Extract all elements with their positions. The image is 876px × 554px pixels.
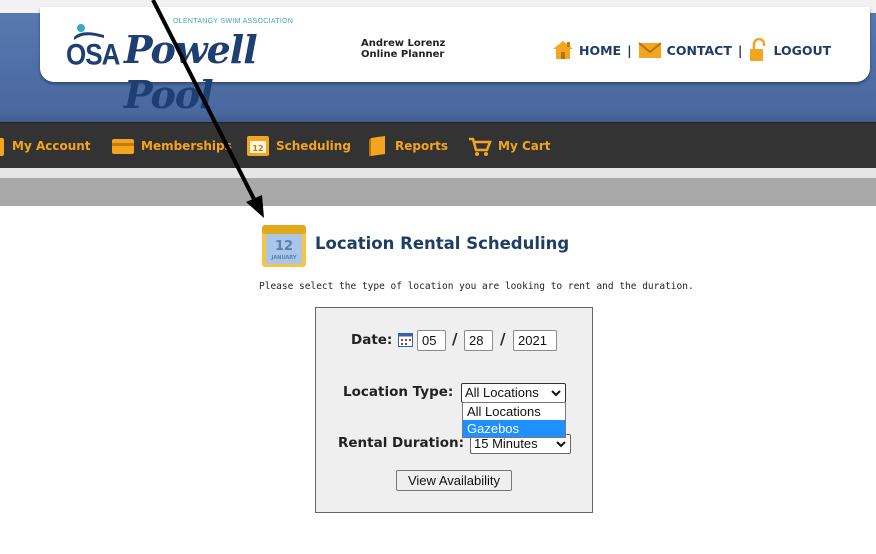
logo-abbr: OSA: [66, 36, 120, 72]
calendar-page-icon: 12 JANUARY: [262, 225, 306, 267]
svg-text:12: 12: [252, 144, 263, 153]
logo-tagline: OLENTANGY SWIM ASSOCIATION: [173, 18, 294, 25]
site-logo[interactable]: OLENTANGY SWIM ASSOCIATION OSA Powell Po…: [66, 13, 336, 117]
location-type-select[interactable]: All Locations: [461, 383, 566, 403]
nav-scheduling[interactable]: 12 Scheduling: [246, 135, 351, 157]
book-icon: [369, 136, 385, 156]
chevron-down-icon: [551, 390, 561, 397]
gray-band: [0, 178, 876, 206]
chevron-down-icon: [556, 441, 566, 448]
nav-label: Scheduling: [276, 139, 351, 153]
logout-link-label: LOGOUT: [773, 42, 832, 58]
nav-memberships[interactable]: Memberships: [111, 135, 232, 157]
date-label: Date:: [351, 332, 393, 348]
user-icon: [0, 138, 4, 156]
user-name: Andrew Lorenz: [361, 38, 446, 49]
dropdown-option-all-locations[interactable]: All Locations: [463, 403, 565, 420]
nav-my-cart[interactable]: My Cart: [468, 135, 551, 157]
contact-link-label: CONTACT: [666, 42, 732, 58]
date-year-input[interactable]: 2021: [513, 330, 557, 351]
rental-duration-value: 15 Minutes: [474, 436, 538, 451]
user-info: Andrew Lorenz Online Planner: [361, 38, 445, 60]
nav-label: Memberships: [141, 139, 232, 153]
user-role: Online Planner: [361, 49, 445, 60]
logout-link[interactable]: LOGOUT: [748, 38, 831, 62]
location-type-dropdown: All Locations Gazebos: [462, 402, 566, 438]
cart-icon: [469, 137, 492, 156]
nav-label: Reports: [395, 139, 449, 153]
top-links: HOME | CONTACT | LOGOUT: [552, 37, 831, 63]
padlock-icon: [750, 38, 766, 61]
envelope-icon: [638, 42, 662, 58]
sub-band: [0, 168, 876, 178]
logo-name: Powell Pool: [124, 27, 258, 117]
date-day-input[interactable]: 28: [464, 330, 493, 351]
calendar-icon: 12: [247, 136, 269, 156]
dropdown-option-gazebos[interactable]: Gazebos: [463, 420, 565, 437]
rental-form: Date: 05 / 28 / 2021 Location Type: All …: [315, 307, 593, 513]
nav-label: My Cart: [498, 139, 551, 153]
nav-my-account[interactable]: My Account: [0, 135, 91, 157]
card-icon: [112, 139, 134, 154]
main-nav: My Account Memberships 12 Scheduling Rep…: [0, 122, 876, 168]
link-separator: |: [627, 42, 632, 58]
rental-duration-label: Rental Duration:: [338, 435, 465, 451]
date-separator: /: [452, 330, 458, 348]
page-icon-month: JANUARY: [271, 255, 297, 261]
link-separator: |: [737, 42, 743, 58]
date-month-input[interactable]: 05: [417, 330, 446, 351]
date-separator: /: [500, 330, 506, 348]
page-title: Location Rental Scheduling: [315, 234, 570, 253]
date-picker-icon[interactable]: [398, 333, 413, 347]
header-card: OLENTANGY SWIM ASSOCIATION OSA Powell Po…: [40, 7, 870, 117]
contact-link[interactable]: CONTACT: [638, 41, 732, 59]
nav-label: My Account: [12, 139, 91, 153]
location-type-label: Location Type:: [343, 384, 454, 400]
page-icon-day: 12: [275, 239, 293, 254]
nav-reports[interactable]: Reports: [367, 135, 448, 157]
view-availability-button[interactable]: View Availability: [396, 470, 512, 491]
home-icon: [553, 41, 573, 59]
home-link-label: HOME: [579, 42, 622, 58]
location-type-value: All Locations: [465, 385, 539, 400]
instructions-text: Please select the type of location you a…: [259, 281, 694, 292]
home-link[interactable]: HOME: [552, 40, 621, 60]
